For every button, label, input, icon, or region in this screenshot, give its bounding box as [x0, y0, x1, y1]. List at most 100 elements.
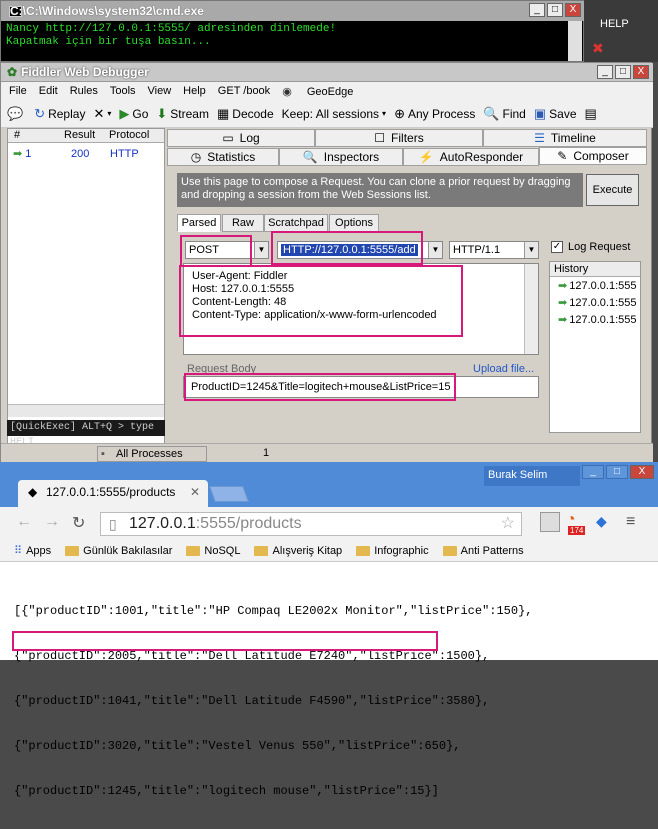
subtab-options[interactable]: Options — [329, 214, 379, 232]
composer-banner: Use this page to compose a Request. You … — [177, 173, 583, 207]
bookmark-folder[interactable]: NoSQL — [186, 545, 240, 557]
keep-sessions-dropdown[interactable]: Keep: All sessions ▾ — [282, 107, 386, 121]
new-tab-button[interactable] — [209, 486, 249, 502]
favicon-icon: ◆ — [28, 485, 38, 499]
menu-help[interactable]: Help — [183, 85, 206, 97]
cmd-scrollbar[interactable] — [568, 21, 582, 61]
decode-button[interactable]: ▦ Decode — [217, 106, 274, 122]
col-num[interactable]: # — [14, 129, 20, 141]
statistics-icon: ◷ — [190, 150, 202, 164]
header-line: Content-Type: application/x-www-form-url… — [192, 309, 437, 321]
chevron-down-icon: ▼ — [428, 242, 442, 258]
star-icon[interactable]: ☆ — [501, 513, 515, 535]
fiddler-titlebar[interactable]: ✿ Fiddler Web Debugger _ □ X — [1, 63, 653, 82]
bookmark-folder[interactable]: Günlük Bakılasılar — [65, 545, 172, 557]
menu-geoedge[interactable]: ◉ GeoEdge — [282, 85, 365, 98]
comment-button[interactable]: 💬 — [7, 106, 26, 122]
quickexec-input[interactable]: [QuickExec] ALT+Q > type HELI — [7, 420, 165, 448]
col-result[interactable]: Result — [64, 129, 95, 141]
log-request-checkbox[interactable]: ✓ Log Request — [551, 241, 630, 253]
tab-autoresponder[interactable]: ⚡ AutoResponder — [403, 148, 539, 166]
save-button[interactable]: ▣ Save — [534, 106, 577, 122]
bookmark-apps[interactable]: ⠿ Apps — [14, 544, 51, 558]
request-body-label: Request Body — [187, 363, 257, 375]
maximize-button[interactable]: □ — [606, 465, 628, 479]
method-select[interactable]: POST ▼ — [185, 241, 269, 259]
screenshot-button[interactable]: ▤ — [585, 106, 600, 122]
menu-tools[interactable]: Tools — [110, 85, 136, 97]
history-header: History — [550, 262, 640, 277]
process-filter[interactable]: ▪ All Processes — [97, 446, 207, 462]
menu-edit[interactable]: Edit — [39, 85, 58, 97]
tab-composer[interactable]: ✎ Composer — [539, 147, 647, 165]
x-icon: ✕ — [93, 105, 105, 121]
address-bar[interactable]: ▯ 127.0.0.1:5555/products ☆ — [100, 512, 522, 536]
maximize-button[interactable]: □ — [547, 3, 563, 17]
bookmark-folder[interactable]: Anti Patterns — [442, 545, 524, 557]
menu-icon[interactable]: ≡ — [626, 513, 646, 531]
history-item[interactable]: ➡ 127.0.0.1:555 — [550, 294, 640, 311]
menu-get-book[interactable]: GET /book — [218, 85, 270, 97]
find-button[interactable]: 🔍 Find — [483, 106, 526, 122]
close-button[interactable]: X — [565, 3, 581, 17]
table-row[interactable]: ➡ 1 200 HTTP — [13, 147, 139, 161]
forward-arrow-icon[interactable]: → — [44, 513, 60, 531]
comment-icon: 💬 — [7, 105, 24, 121]
cmd-titlebar[interactable]: C:\ C:\Windows\system32\cmd.exe _ □ X — [1, 1, 585, 21]
close-button[interactable]: X — [630, 465, 654, 479]
any-process-button[interactable]: ⊕ Any Process — [394, 106, 475, 122]
history-item[interactable]: ➡ 127.0.0.1:555 — [550, 311, 640, 328]
go-button[interactable]: ▶ Go — [119, 106, 148, 122]
json-line: {"productID":2005,"title":"Dell Latitude… — [14, 649, 490, 663]
minimize-button[interactable]: _ — [529, 3, 545, 17]
folder-icon — [442, 545, 457, 556]
execute-button[interactable]: Execute — [586, 174, 639, 206]
request-body-input[interactable]: ProductID=1245&Title=logitech+mouse&List… — [183, 376, 539, 398]
bookmark-folder[interactable]: Infographic — [356, 545, 429, 557]
menu-bar: File Edit Rules Tools View Help GET /boo… — [1, 82, 653, 100]
upload-file-link[interactable]: Upload file... — [473, 363, 534, 375]
tab-filters[interactable]: ☐ Filters — [315, 129, 483, 147]
session-protocol: HTTP — [110, 147, 139, 160]
col-protocol[interactable]: Protocol — [109, 129, 149, 141]
menu-view[interactable]: View — [148, 85, 172, 97]
maximize-button[interactable]: □ — [615, 65, 631, 79]
stream-button[interactable]: ⬇ Stream — [156, 106, 209, 122]
web-sessions-list: # Result Protocol ➡ 1 200 HTTP — [7, 128, 165, 456]
menu-rules[interactable]: Rules — [70, 85, 98, 97]
headers-scrollbar[interactable] — [524, 264, 538, 354]
url-input[interactable]: HTTP://127.0.0.1:5555/add ▼ — [277, 241, 443, 259]
version-select[interactable]: HTTP/1.1 ▼ — [449, 241, 539, 259]
history-item[interactable]: ➡ 127.0.0.1:555 — [550, 277, 640, 294]
tab-inspectors[interactable]: 🔍 Inspectors — [279, 148, 403, 166]
close-button[interactable]: X — [633, 65, 649, 79]
tab-statistics[interactable]: ◷ Statistics — [167, 148, 279, 166]
minimize-button[interactable]: _ — [582, 465, 604, 479]
remove-button[interactable]: ✕ ▾ — [93, 106, 111, 122]
session-arrow-icon: ➡ — [13, 148, 23, 160]
tab-timeline[interactable]: ☰ Timeline — [483, 129, 647, 147]
tab-close-icon[interactable]: ✕ — [190, 480, 200, 505]
extension-icon[interactable] — [540, 512, 560, 532]
menu-file[interactable]: File — [9, 85, 27, 97]
back-arrow-icon[interactable]: ← — [16, 513, 32, 531]
inspectors-icon: 🔍 — [302, 150, 318, 164]
tab-title: 127.0.0.1:5555/products — [46, 485, 176, 499]
bookmark-folder[interactable]: Alışveriş Kitap — [254, 545, 342, 557]
tab-log[interactable]: ▭ Log — [167, 129, 315, 147]
header-line: User-Agent: Fiddler — [192, 270, 288, 282]
reload-icon[interactable]: ↻ — [72, 513, 85, 533]
subtab-parsed[interactable]: Parsed — [177, 214, 221, 232]
dropbox-icon[interactable]: ◆ — [596, 513, 616, 531]
browser-tab[interactable]: ◆ 127.0.0.1:5555/products ✕ — [18, 480, 208, 507]
subtab-raw[interactable]: Raw — [222, 214, 264, 232]
replay-button[interactable]: ↻ Replay — [34, 106, 85, 122]
request-headers[interactable]: User-Agent: Fiddler Host: 127.0.0.1:5555… — [183, 263, 539, 355]
cmd-line: Kapatmak için bir tuşa basın... — [6, 36, 211, 48]
profile-button[interactable]: Burak Selim — [484, 466, 580, 486]
help-label[interactable]: HELP — [600, 18, 629, 30]
folder-icon — [254, 545, 269, 556]
horizontal-scrollbar[interactable] — [8, 404, 164, 417]
minimize-button[interactable]: _ — [597, 65, 613, 79]
subtab-scratchpad[interactable]: Scratchpad — [264, 214, 328, 232]
